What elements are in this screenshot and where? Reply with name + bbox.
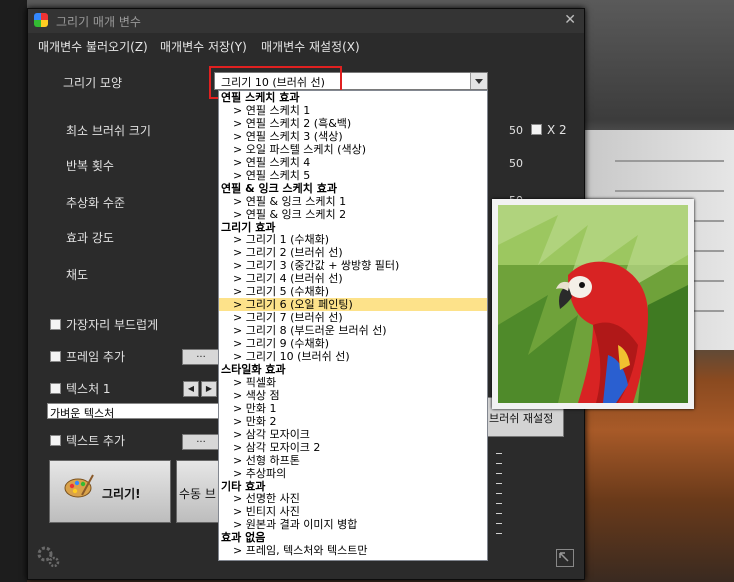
brush-size-value: 50 [509,124,523,137]
expand-icon[interactable] [556,549,574,567]
dropdown-option[interactable]: > 삼각 모자이크 2 [219,441,487,454]
dropdown-option[interactable]: > 연필 스케치 2 (흑&백) [219,117,487,130]
texture-select-value: 가벼운 텍스처 [50,407,115,420]
abstraction-label: 추상화 수준 [66,196,126,210]
dropdown-option[interactable]: > 원본과 결과 이미지 병합 [219,518,487,531]
smooth-edges-checkbox[interactable] [50,319,61,330]
dropdown-option[interactable]: > 연필 스케치 5 [219,169,487,182]
add-text-checkbox[interactable] [50,435,61,446]
background-dark-strip-left [0,0,27,582]
dropdown-option[interactable]: > 선형 하프톤 [219,454,487,467]
smooth-edges-label: 가장자리 부드럽게 [66,318,159,332]
gear-icon[interactable] [35,544,61,570]
dropdown-option[interactable]: > 그리기 8 (부드러운 브러쉬 선) [219,324,487,337]
chevron-down-icon[interactable] [470,73,487,89]
dropdown-group-header: 스타일화 효과 [221,362,286,376]
dropdown-option[interactable]: > 그리기 7 (브러쉬 선) [219,311,487,324]
dropdown-option[interactable]: > 연필 & 잉크 스케치 1 [219,195,487,208]
manual-brush-label: 수동 브 [179,487,216,501]
dropdown-group-header: 그리기 효과 [221,220,276,234]
intensity-label: 효과 강도 [66,231,114,245]
dropdown-option[interactable]: > 그리기 3 (중간값 + 쌍방향 필터) [219,259,487,272]
style-label: 그리기 모양 [63,76,123,90]
dropdown-option[interactable]: > 오일 파스텔 스케치 (색상) [219,143,487,156]
x2-checkbox[interactable] [531,124,542,135]
texture-label: 텍스처 1 [66,382,111,396]
palette-icon [64,474,94,498]
dropdown-group-header: 기타 효과 [221,479,266,493]
window-title: 그리기 매개 변수 [56,15,141,29]
add-text-label: 텍스트 추가 [66,434,126,448]
text-browse-button[interactable]: ... [182,434,220,450]
slider-ticks [496,453,502,543]
dropdown-option[interactable]: > 색상 점 [219,389,487,402]
manual-brush-button[interactable]: 수동 브 [176,460,220,523]
repeat-label: 반복 횟수 [66,159,114,173]
dropdown-option[interactable]: > 빈티지 사진 [219,505,487,518]
menu-save-params[interactable]: 매개변수 저장(Y) [160,38,247,55]
dropdown-option[interactable]: > 픽셀화 [219,376,487,389]
prev-texture-icon[interactable]: ◀ [183,381,199,397]
saturation-label: 채도 [66,268,89,282]
dropdown-option[interactable]: > 연필 스케치 1 [219,104,487,117]
next-texture-icon[interactable]: ▶ [201,381,217,397]
dropdown-option[interactable]: > 그리기 6 (오일 페인팅) [219,298,487,312]
dropdown-option[interactable]: > 추상파의 [219,467,487,480]
repeat-value: 50 [509,157,523,170]
dropdown-option[interactable]: > 그리기 9 (수채화) [219,337,487,350]
x2-label: X 2 [547,123,567,137]
dropdown-option[interactable]: > 삼각 모자이크 [219,428,487,441]
close-icon[interactable]: ✕ [564,12,576,28]
dropdown-group-header: 연필 & 잉크 스케치 효과 [221,181,337,195]
dropdown-group-header: 효과 없음 [221,531,266,545]
preview-image [492,199,694,409]
dropdown-option[interactable]: > 그리기 4 (브러쉬 선) [219,272,487,285]
add-frame-checkbox[interactable] [50,351,61,362]
dropdown-option[interactable]: > 선명한 사진 [219,492,487,505]
brush-size-label: 최소 브러쉬 크기 [66,124,151,138]
brush-reset-label: 브러쉬 재설정 [489,412,554,425]
parrot-picture [498,205,688,403]
dropdown-option[interactable]: > 그리기 10 (브러쉬 선) [219,350,487,363]
texture-select[interactable]: 가벼운 텍스처 [47,403,219,420]
menu-load-params[interactable]: 매개변수 불러오기(Z) [38,38,148,55]
dropdown-option[interactable]: > 만화 2 [219,415,487,428]
app-icon [34,13,48,27]
dropdown-option[interactable]: > 연필 스케치 4 [219,156,487,169]
frame-browse-button[interactable]: ... [182,349,220,365]
style-dropdown-list[interactable]: 연필 스케치 효과 > 연필 스케치 1 > 연필 스케치 2 (흑&백) > 연필 … [218,90,488,561]
dropdown-option[interactable]: > 그리기 1 (수채화) [219,233,487,246]
dropdown-option[interactable]: > 연필 스케치 3 (색상) [219,130,487,143]
dropdown-option[interactable]: > 프레임, 텍스처와 텍스트만 [219,544,487,557]
dropdown-option[interactable]: > 그리기 2 (브러쉬 선) [219,246,487,259]
title-bar[interactable]: 그리기 매개 변수 ✕ [28,9,584,33]
paint-button[interactable]: 그리기! [49,460,171,523]
dropdown-option[interactable]: > 만화 1 [219,402,487,415]
menu-reset-params[interactable]: 매개변수 재설정(X) [261,38,360,55]
add-frame-label: 프레임 추가 [66,350,126,364]
dropdown-option[interactable]: > 그리기 5 (수채화) [219,285,487,298]
dropdown-option[interactable]: > 연필 & 잉크 스케치 2 [219,208,487,221]
dropdown-group-header: 연필 스케치 효과 [221,91,300,104]
paint-button-label: 그리기! [102,487,141,501]
texture-checkbox[interactable] [50,383,61,394]
